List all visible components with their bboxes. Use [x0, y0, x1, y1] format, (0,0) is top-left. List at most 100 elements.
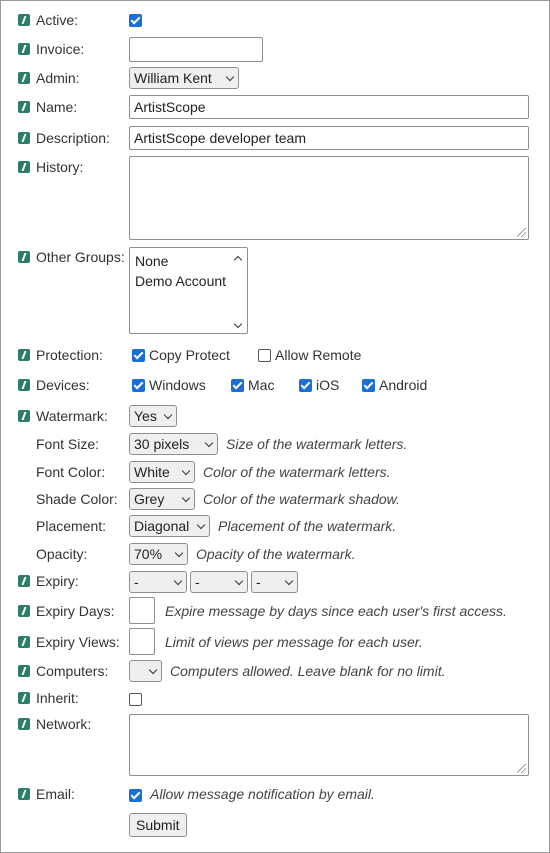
active-label: Active: — [36, 12, 79, 28]
email-label: Email: — [36, 786, 75, 802]
chevron-down-icon — [148, 665, 158, 675]
help-icon[interactable] — [18, 101, 30, 113]
inherit-checkbox[interactable] — [129, 693, 142, 706]
placement-label: Placement: — [36, 518, 107, 534]
expiry-views-input[interactable] — [129, 628, 155, 655]
shade-color-select-value: Grey — [134, 491, 165, 507]
email-hint: Allow message notification by email. — [150, 786, 375, 802]
help-icon[interactable] — [18, 132, 30, 144]
shade-color-label: Shade Color: — [36, 491, 118, 507]
help-icon[interactable] — [18, 575, 30, 587]
help-icon[interactable] — [18, 665, 30, 677]
help-icon[interactable] — [18, 636, 30, 648]
expiry-year-value: - — [134, 574, 139, 590]
mac-label: Mac — [248, 377, 275, 393]
opacity-select[interactable]: 70% — [129, 543, 188, 565]
font-size-select[interactable]: 30 pixels — [129, 433, 218, 455]
copy-protect-checkbox[interactable] — [132, 349, 145, 362]
scroll-up-icon[interactable] — [233, 255, 243, 265]
invoice-input[interactable] — [129, 37, 263, 62]
other-groups-label: Other Groups: — [36, 249, 125, 265]
ios-checkbox[interactable] — [299, 379, 312, 392]
chevron-down-icon — [225, 72, 235, 82]
admin-label: Admin: — [36, 70, 80, 86]
expiry-views-label: Expiry Views: — [36, 634, 120, 650]
chevron-down-icon — [196, 520, 206, 530]
font-color-label: Font Color: — [36, 464, 106, 480]
help-icon[interactable] — [18, 43, 30, 55]
list-item[interactable]: Demo Account — [135, 273, 226, 289]
watermark-select[interactable]: Yes — [129, 405, 177, 427]
chevron-down-icon — [173, 576, 183, 586]
help-icon[interactable] — [18, 605, 30, 617]
expiry-day-select[interactable]: - — [251, 571, 298, 593]
resize-grip-icon[interactable] — [517, 228, 526, 237]
placement-select-value: Diagonal — [134, 518, 190, 534]
shade-color-hint: Color of the watermark shadow. — [203, 491, 400, 507]
expiry-day-value: - — [256, 574, 261, 590]
help-icon[interactable] — [18, 349, 30, 361]
expiry-year-select[interactable]: - — [129, 571, 187, 593]
expiry-days-hint: Expire message by days since each user's… — [165, 603, 507, 619]
font-size-hint: Size of the watermark letters. — [226, 436, 408, 452]
protection-label: Protection: — [36, 347, 103, 363]
chevron-down-icon — [174, 548, 184, 558]
ios-label: iOS — [316, 377, 340, 393]
expiry-views-hint: Limit of views per message for each user… — [165, 634, 423, 650]
email-checkbox[interactable] — [129, 789, 142, 802]
help-icon[interactable] — [18, 72, 30, 84]
help-icon[interactable] — [18, 410, 30, 422]
opacity-select-value: 70% — [134, 546, 163, 562]
expiry-days-input[interactable] — [129, 597, 155, 624]
chevron-down-icon — [204, 438, 214, 448]
help-icon[interactable] — [18, 692, 30, 704]
allow-remote-label: Allow Remote — [275, 347, 362, 363]
name-label: Name: — [36, 99, 78, 115]
other-groups-listbox[interactable]: None Demo Account — [129, 247, 248, 334]
history-label: History: — [36, 159, 84, 175]
placement-hint: Placement of the watermark. — [218, 518, 397, 534]
expiry-month-value: - — [195, 574, 200, 590]
windows-label: Windows — [149, 377, 206, 393]
expiry-month-select[interactable]: - — [190, 571, 248, 593]
admin-select[interactable]: William Kent — [129, 67, 239, 89]
list-item[interactable]: None — [135, 253, 168, 269]
invoice-label: Invoice: — [36, 41, 85, 57]
mac-checkbox[interactable] — [231, 379, 244, 392]
scroll-down-icon[interactable] — [233, 319, 243, 329]
description-label: Description: — [36, 130, 110, 146]
opacity-label: Opacity: — [36, 546, 88, 562]
chevron-down-icon — [181, 493, 191, 503]
submit-button[interactable]: Submit — [129, 813, 187, 837]
placement-select[interactable]: Diagonal — [129, 515, 210, 537]
help-icon[interactable] — [18, 379, 30, 391]
chevron-down-icon — [163, 410, 173, 420]
help-icon[interactable] — [18, 161, 30, 173]
copy-protect-label: Copy Protect — [149, 347, 230, 363]
chevron-down-icon — [234, 576, 244, 586]
active-checkbox[interactable] — [129, 14, 142, 27]
font-color-select[interactable]: White — [129, 461, 195, 483]
android-label: Android — [379, 377, 428, 393]
help-icon[interactable] — [18, 251, 30, 263]
android-checkbox[interactable] — [362, 379, 375, 392]
chevron-down-icon — [284, 576, 294, 586]
expiry-days-label: Expiry Days: — [36, 603, 115, 619]
help-icon[interactable] — [18, 788, 30, 800]
name-input[interactable]: ArtistScope — [129, 95, 529, 119]
allow-remote-checkbox[interactable] — [258, 349, 271, 362]
devices-label: Devices: — [36, 377, 90, 393]
computers-hint: Computers allowed. Leave blank for no li… — [170, 663, 446, 679]
resize-grip-icon[interactable] — [517, 764, 526, 773]
help-icon[interactable] — [18, 718, 30, 730]
help-icon[interactable] — [18, 14, 30, 26]
shade-color-select[interactable]: Grey — [129, 488, 195, 510]
computers-select[interactable] — [129, 660, 162, 682]
watermark-label: Watermark: — [36, 408, 108, 424]
network-textarea[interactable] — [129, 714, 529, 776]
windows-checkbox[interactable] — [132, 379, 145, 392]
history-textarea[interactable] — [129, 156, 529, 240]
description-input[interactable]: ArtistScope developer team — [129, 126, 529, 150]
watermark-select-value: Yes — [134, 408, 157, 424]
chevron-down-icon — [181, 466, 191, 476]
